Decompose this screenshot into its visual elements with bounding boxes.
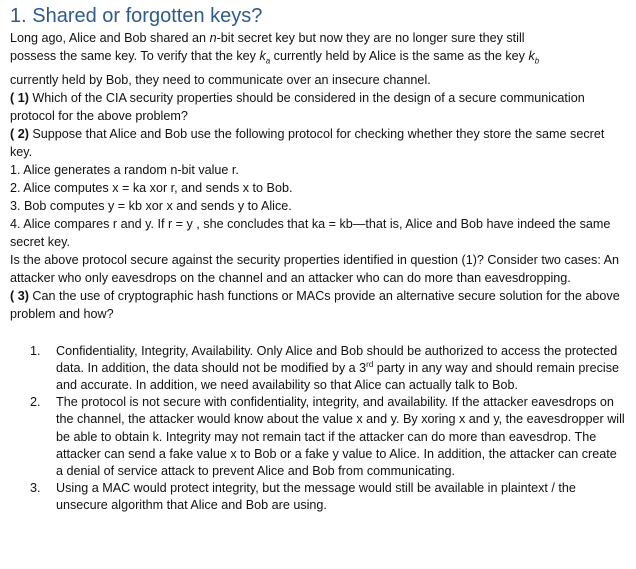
protocol-step: 4. Alice compares r and y. If r = y , sh… — [10, 216, 611, 249]
protocol-step: 1. Alice generates a random n-bit value … — [10, 162, 239, 177]
problem-statement: Long ago, Alice and Bob shared an n-bit … — [10, 29, 626, 323]
intro-line-1: Long ago, Alice and Bob shared an n-bit … — [10, 31, 525, 45]
page-title: 1. Shared or forgotten keys? — [10, 5, 263, 27]
answer-item: 1. Confidentiality, Integrity, Availabil… — [30, 343, 620, 392]
document-page: 1. Shared or forgotten keys? Long ago, A… — [0, 0, 636, 569]
answer-item: 2. The protocol is not secure with confi… — [30, 395, 625, 478]
question-3: ( 3) Can the use of cryptographic hash f… — [10, 288, 620, 321]
question-2-followup: Is the above protocol secure against the… — [10, 252, 620, 285]
intro-line-2: possess the same key. To verify that the… — [10, 49, 540, 66]
answer-item: 3. Using a MAC would protect integrity, … — [30, 481, 576, 513]
intro-line-3: currently held by Bob, they need to comm… — [10, 72, 431, 87]
question-1: ( 1) Which of the CIA security propertie… — [10, 90, 585, 123]
protocol-step: 2. Alice computes x = ka xor r, and send… — [10, 180, 293, 195]
protocol-step: 3. Bob computes y = kb xor x and sends y… — [10, 198, 292, 213]
answers-list: 1. Confidentiality, Integrity, Availabil… — [10, 343, 626, 515]
question-2: ( 2) Suppose that Alice and Bob use the … — [10, 126, 605, 159]
